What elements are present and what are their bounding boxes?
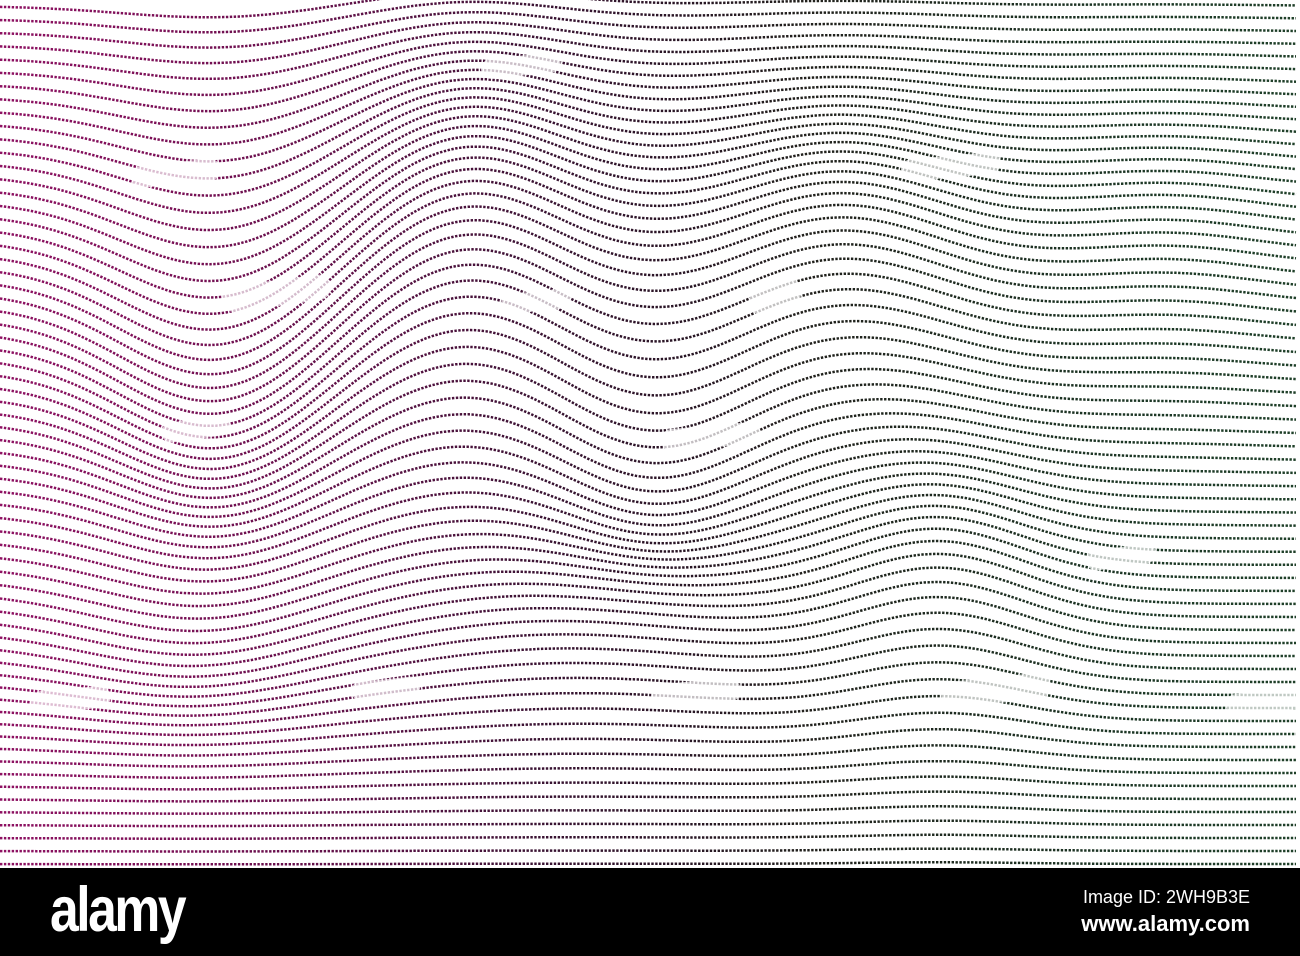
ghost-watermark-spots bbox=[30, 52, 1300, 715]
stock-image-page: alamy Image ID: 2WH9B3E www.alamy.com bbox=[0, 0, 1300, 956]
image-id-text: Image ID: 2WH9B3E bbox=[1082, 887, 1250, 907]
alamy-logo: alamy bbox=[50, 874, 187, 945]
alamy-watermark-bar: alamy Image ID: 2WH9B3E www.alamy.com bbox=[0, 868, 1300, 956]
image-id-block: Image ID: 2WH9B3E www.alamy.com bbox=[1081, 887, 1250, 937]
wave-pattern-artwork bbox=[0, 0, 1300, 956]
alamy-url-text: www.alamy.com bbox=[1081, 910, 1250, 936]
